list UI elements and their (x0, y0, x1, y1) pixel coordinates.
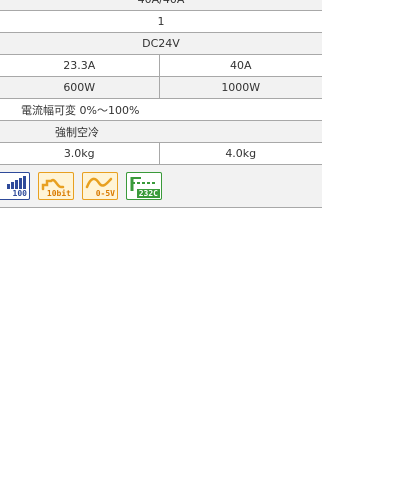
spec-row-count: 1 (0, 10, 322, 33)
step-label: 100 (12, 189, 27, 198)
spec-row-features: 100 10bit 0-5V 232C (0, 164, 322, 208)
resolution-curve-icon: 10bit (38, 172, 74, 200)
spec-value: 40A/40A (0, 0, 322, 11)
spec-value-right: 40A (159, 54, 322, 77)
step-bars (7, 176, 26, 189)
rs232c-label: 232C (136, 189, 160, 198)
spec-value-left: 23.3A (0, 54, 160, 77)
spec-value-left: 3.0kg (0, 142, 160, 165)
spec-value-right: 4.0kg (159, 142, 322, 165)
spec-value: 強制空冷 (0, 120, 322, 143)
analog-curve-icon: 0-5V (82, 172, 118, 200)
rs232c-icon: 232C (126, 172, 162, 200)
analog-label: 0-5V (95, 189, 115, 198)
spec-row-weight: 3.0kg 4.0kg (0, 142, 322, 165)
spec-value-right: 1000W (159, 76, 322, 99)
spec-value: 電流幅可変 0%～100% (0, 98, 322, 121)
spec-table: 40A/40A 1 DC24V 23.3A 40A 600W 1000W 電流幅… (0, 0, 322, 208)
spec-value: 1 (0, 10, 322, 33)
feature-icons-cell: 100 10bit 0-5V 232C (0, 164, 322, 208)
step-bars-icon: 100 (0, 172, 30, 200)
feature-icon-row: 100 10bit 0-5V 232C (0, 165, 322, 207)
spec-row-input-voltage: DC24V (0, 32, 322, 55)
spec-row-power: 600W 1000W (0, 76, 322, 99)
spec-value: DC24V (0, 32, 322, 55)
resolution-label: 10bit (46, 189, 71, 198)
spec-value-left: 600W (0, 76, 160, 99)
spec-row-channels: 40A/40A (0, 0, 322, 11)
spec-row-input-current: 23.3A 40A (0, 54, 322, 77)
spec-row-current-range: 電流幅可変 0%～100% (0, 98, 322, 121)
spec-row-cooling: 強制空冷 (0, 120, 322, 143)
